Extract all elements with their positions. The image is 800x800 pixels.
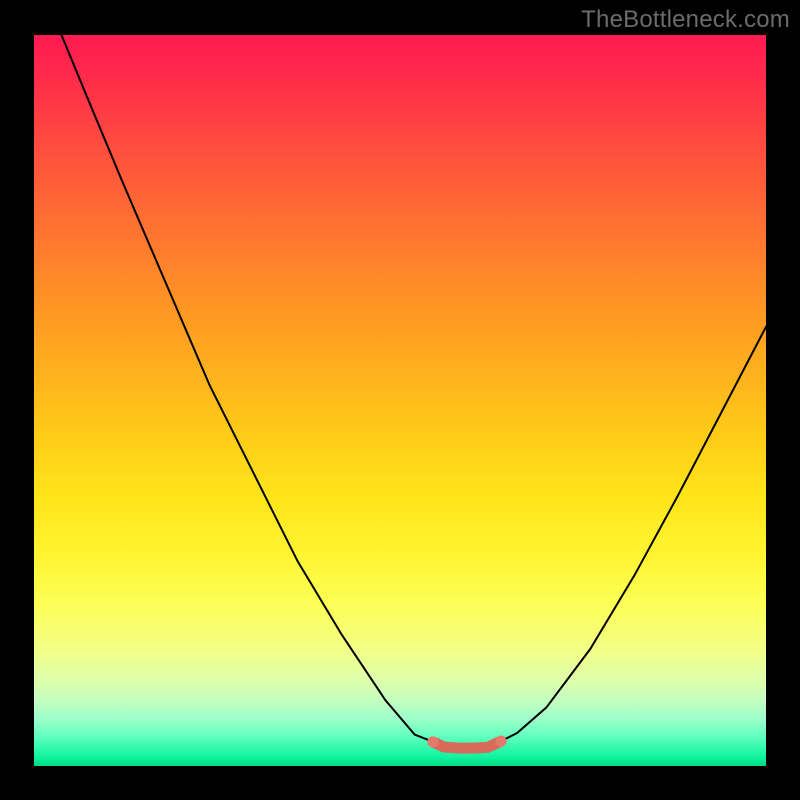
right-curve <box>501 327 766 741</box>
bottleneck-marker <box>433 741 501 748</box>
left-curve <box>61 34 433 742</box>
bottleneck-marker-endcap <box>427 736 438 747</box>
bottleneck-marker-endcap <box>496 736 507 747</box>
chart-lines <box>34 34 766 766</box>
watermark-text: TheBottleneck.com <box>581 6 790 34</box>
plot-area <box>34 34 766 766</box>
chart-frame: TheBottleneck.com <box>0 0 800 800</box>
